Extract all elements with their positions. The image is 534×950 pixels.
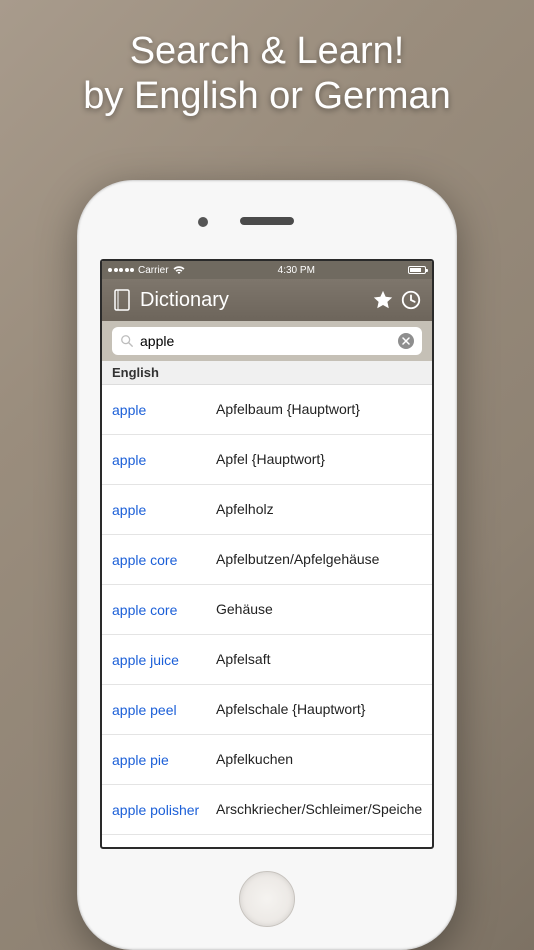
result-term: apple core (112, 552, 208, 568)
result-translation: Arschkriecher/Schleimer/Speichellecker/S… (216, 800, 422, 818)
result-translation: Apfelbutzen/Apfelgehäuse (216, 550, 422, 568)
search-icon (120, 334, 134, 348)
favorites-button[interactable] (372, 289, 394, 311)
result-term: apple (112, 402, 208, 418)
result-row[interactable]: apple pie Apfelkuchen (102, 735, 432, 785)
result-translation: Apfelsaft (216, 650, 422, 668)
clear-search-button[interactable] (398, 333, 414, 349)
book-icon (112, 289, 134, 311)
nav-bar: Dictionary (102, 279, 432, 321)
result-row[interactable]: apple Apfelholz (102, 485, 432, 535)
result-term: apple (112, 452, 208, 468)
result-translation: Apfelschale {Hauptwort} (216, 700, 422, 718)
result-translation: Apfelholz (216, 500, 422, 518)
section-header: English (102, 361, 432, 385)
result-row[interactable]: apple core Gehäuse (102, 585, 432, 635)
result-row[interactable]: apple Apfelbaum {Hauptwort} (102, 385, 432, 435)
headline-line2: by English or German (0, 75, 534, 118)
results-list[interactable]: apple Apfelbaum {Hauptwort} apple Apfel … (102, 385, 432, 847)
promo-headline: Search & Learn! by English or German (0, 0, 534, 118)
result-row[interactable]: apple core Apfelbutzen/Apfelgehäuse (102, 535, 432, 585)
result-translation: Apfel {Hauptwort} (216, 450, 422, 468)
screen: Carrier 4:30 PM Dictionary (100, 259, 434, 849)
result-row[interactable]: apple peel Apfelschale {Hauptwort} (102, 685, 432, 735)
result-term: apple pie (112, 752, 208, 768)
result-row[interactable]: apple juice Apfelsaft (102, 635, 432, 685)
result-term: apple peel (112, 702, 208, 718)
result-term: apple polisher (112, 802, 208, 818)
result-row[interactable]: apple Apfel {Hauptwort} (102, 435, 432, 485)
result-term: apple juice (112, 652, 208, 668)
carrier-label: Carrier (138, 265, 169, 276)
history-button[interactable] (400, 289, 422, 311)
home-button[interactable] (239, 871, 295, 927)
result-row[interactable]: apple polisher Arschkriecher/Schleimer/S… (102, 785, 432, 835)
phone-frame: Carrier 4:30 PM Dictionary (77, 180, 457, 950)
result-term: apple (112, 502, 208, 518)
signal-icon (108, 268, 134, 272)
search-field[interactable] (112, 327, 422, 355)
phone-speaker (240, 217, 294, 225)
app-title: Dictionary (140, 289, 366, 312)
result-term: apple core (112, 602, 208, 618)
battery-icon (408, 266, 426, 274)
result-translation: Apfelbaum {Hauptwort} (216, 400, 422, 418)
result-translation: Gehäuse (216, 600, 422, 618)
wifi-icon (173, 266, 185, 275)
headline-line1: Search & Learn! (0, 30, 534, 73)
search-input[interactable] (140, 333, 392, 349)
result-translation: Apfelkuchen (216, 750, 422, 768)
status-time: 4:30 PM (278, 265, 315, 276)
phone-camera (198, 217, 208, 227)
search-bar (102, 321, 432, 361)
status-bar: Carrier 4:30 PM (102, 261, 432, 279)
